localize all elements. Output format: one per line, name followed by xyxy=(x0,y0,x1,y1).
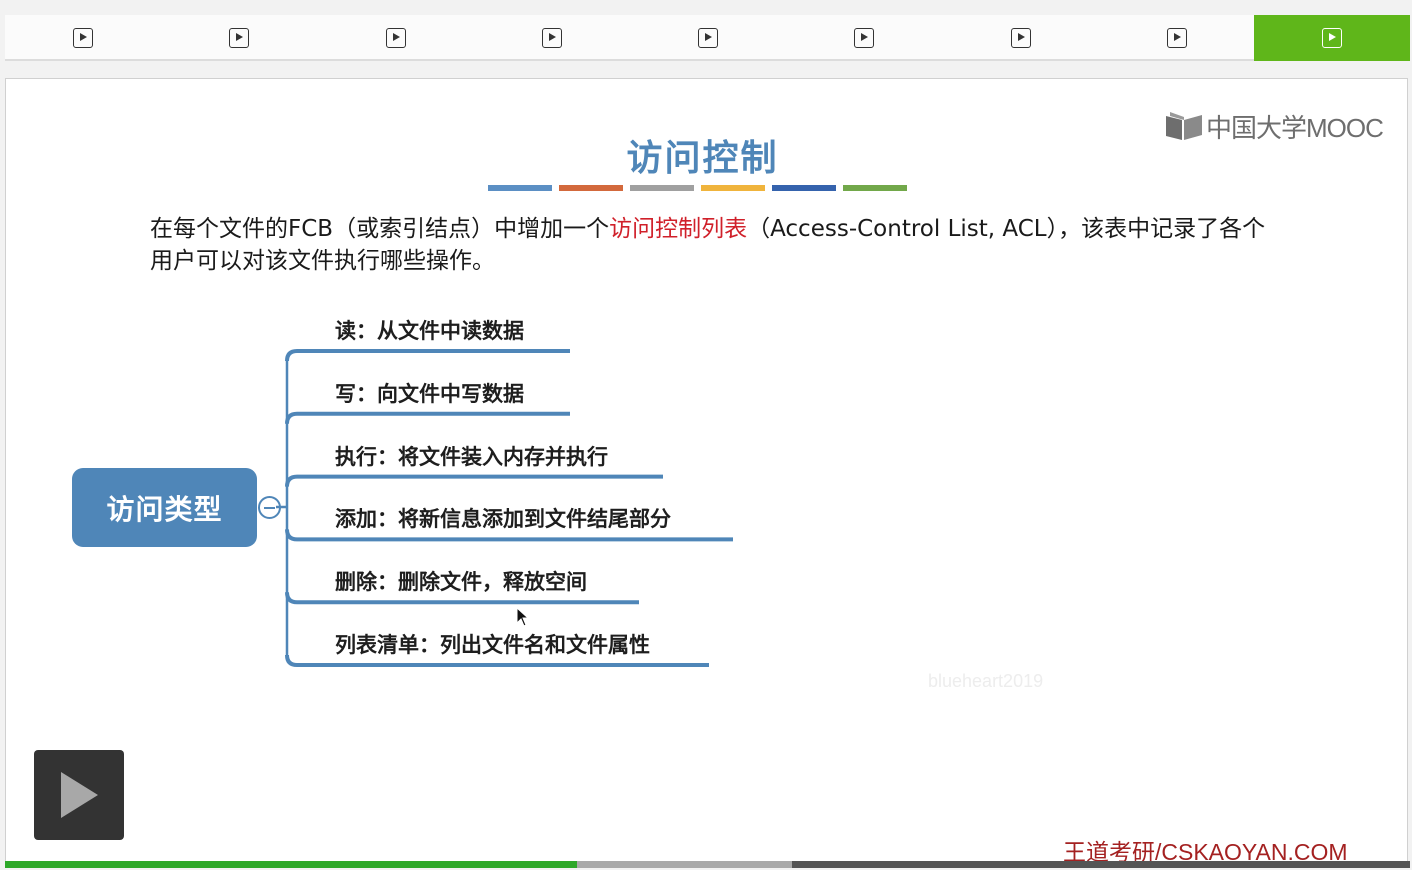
play-icon xyxy=(73,28,93,48)
progress-played xyxy=(5,861,577,868)
play-icon xyxy=(1010,28,1031,48)
mindmap-branch-1[interactable]: 读：从文件中读数据 xyxy=(335,315,524,345)
unit-tab-8[interactable] xyxy=(1099,15,1255,61)
mindmap-branch-3[interactable]: 执行：将文件装入内存并执行 xyxy=(335,441,608,471)
play-icon xyxy=(1166,28,1187,48)
play-icon xyxy=(698,28,718,48)
unit-tab-4[interactable] xyxy=(474,15,630,61)
watermark: blueheart2019 xyxy=(928,671,1044,691)
unit-tab-2[interactable] xyxy=(161,15,317,61)
chapter-tab-bar xyxy=(5,15,1410,61)
mindmap-branch-4[interactable]: 添加：将新信息添加到文件结尾部分 xyxy=(335,503,671,533)
mindmap-branch-5[interactable]: 删除：删除文件，释放空间 xyxy=(335,566,587,596)
mouse-cursor-icon xyxy=(516,607,530,627)
play-icon xyxy=(229,28,250,48)
play-button[interactable] xyxy=(34,750,124,840)
branch-connector xyxy=(285,349,570,362)
video-progress-bar[interactable] xyxy=(5,861,1410,868)
unit-tab-3[interactable] xyxy=(318,15,474,61)
mindmap-branch-6[interactable]: 列表清单：列出文件名和文件属性 xyxy=(335,629,650,659)
branch-connector xyxy=(285,411,570,424)
mindmap-connectors xyxy=(276,349,733,667)
unit-tab-1[interactable] xyxy=(5,15,161,61)
play-icon xyxy=(1322,28,1342,48)
mindmap-branch-2[interactable]: 写：向文件中写数据 xyxy=(335,378,524,408)
play-icon xyxy=(385,28,406,48)
unit-tab-5[interactable] xyxy=(630,15,786,61)
branch-connector xyxy=(285,474,663,487)
unit-tab-9[interactable] xyxy=(1254,15,1410,61)
slide: 中国大学MOOC 访问控制 在每个文件的FCB（或索引结点）中增加一个访问控制列… xyxy=(5,78,1408,862)
brand-footer: 王道考研/CSKAOYAN.COM xyxy=(1063,839,1348,862)
play-icon xyxy=(854,28,875,48)
unit-tab-7[interactable] xyxy=(943,15,1099,61)
unit-tab-6[interactable] xyxy=(786,15,942,61)
play-icon xyxy=(541,28,562,48)
